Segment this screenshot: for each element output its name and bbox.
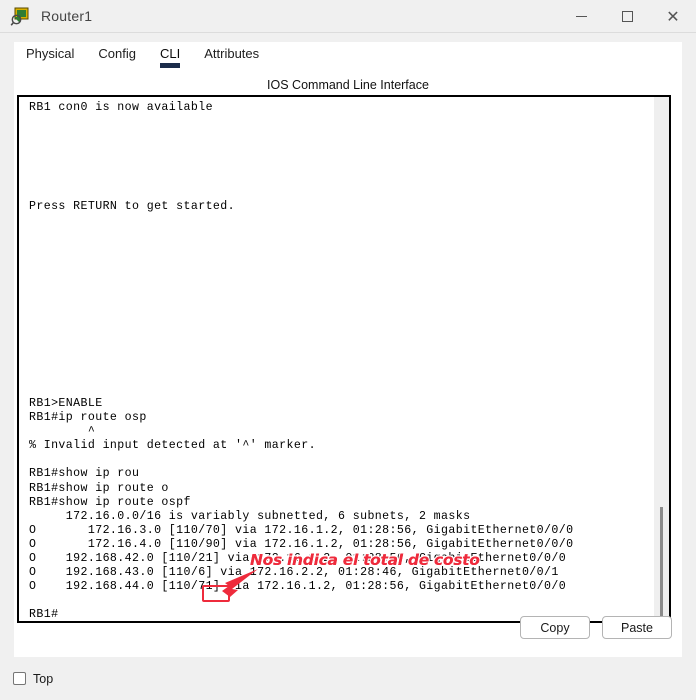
title-bar: Router1 ✕: [0, 0, 696, 33]
close-button[interactable]: ✕: [650, 0, 696, 33]
terminal-line: % Invalid input detected at '^' marker.: [29, 439, 316, 453]
router-magnifier-icon: [10, 5, 32, 27]
terminal-line: Press RETURN to get started.: [29, 199, 236, 213]
terminal-output[interactable]: RB1 con0 is now available Press RETURN t…: [19, 97, 649, 621]
top-checkbox[interactable]: [13, 672, 26, 685]
terminal-line: RB1#show ip route o: [29, 481, 169, 495]
copy-button-label: Copy: [540, 620, 570, 635]
tab-cli-label: CLI: [160, 46, 181, 61]
terminal-line: O 192.168.44.0 [110/71] via 172.16.1.2, …: [29, 580, 567, 594]
router-cli-window: Router1 ✕ Physical Config CLI Attributes…: [0, 0, 696, 700]
terminal-scrollbar[interactable]: [654, 97, 669, 621]
tab-config[interactable]: Config: [86, 42, 148, 68]
paste-button-label: Paste: [621, 620, 653, 635]
annotation-text: Nos indica el total de costo: [250, 551, 480, 569]
terminal-line: RB1#ip route osp: [29, 411, 147, 425]
window-controls: ✕: [558, 0, 696, 33]
active-tab-indicator: [160, 63, 181, 68]
terminal-line: RB1 con0 is now available: [29, 101, 213, 114]
scrollbar-thumb[interactable]: [660, 507, 663, 619]
copy-button[interactable]: Copy: [520, 616, 590, 639]
tab-config-label: Config: [98, 46, 136, 61]
close-icon: ✕: [666, 6, 680, 26]
terminal-line: O 172.16.3.0 [110/70] via 172.16.1.2, 01…: [29, 523, 574, 537]
status-bar: Top: [0, 657, 696, 700]
terminal-line: O 172.16.4.0 [110/90] via 172.16.1.2, 01…: [29, 537, 574, 551]
action-buttons: Copy Paste: [520, 616, 672, 639]
tab-attributes[interactable]: Attributes: [192, 42, 271, 68]
tab-physical-label: Physical: [26, 46, 75, 61]
tab-physical[interactable]: Physical: [14, 42, 86, 68]
window-title: Router1: [41, 8, 93, 24]
top-checkbox-label: Top: [33, 671, 54, 686]
terminal-line: RB1#show ip rou: [29, 467, 140, 481]
terminal-line: RB1#show ip route ospf: [29, 495, 191, 509]
tab-strip: Physical Config CLI Attributes: [14, 42, 682, 70]
cli-panel: IOS Command Line Interface RB1 con0 is n…: [14, 70, 682, 657]
minimize-button[interactable]: [558, 0, 604, 33]
tab-attributes-label: Attributes: [204, 46, 260, 61]
tab-cli[interactable]: CLI: [148, 42, 192, 68]
terminal-frame: RB1 con0 is now available Press RETURN t…: [17, 95, 671, 623]
cli-header-title: IOS Command Line Interface: [267, 78, 429, 92]
terminal-line: 172.16.0.0/16 is variably subnetted, 6 s…: [29, 509, 471, 523]
maximize-button[interactable]: [604, 0, 650, 33]
annotation-highlight-box: [202, 585, 230, 602]
terminal-line: ^: [29, 425, 96, 439]
paste-button[interactable]: Paste: [602, 616, 672, 639]
terminal-line: RB1>ENABLE: [29, 396, 103, 410]
